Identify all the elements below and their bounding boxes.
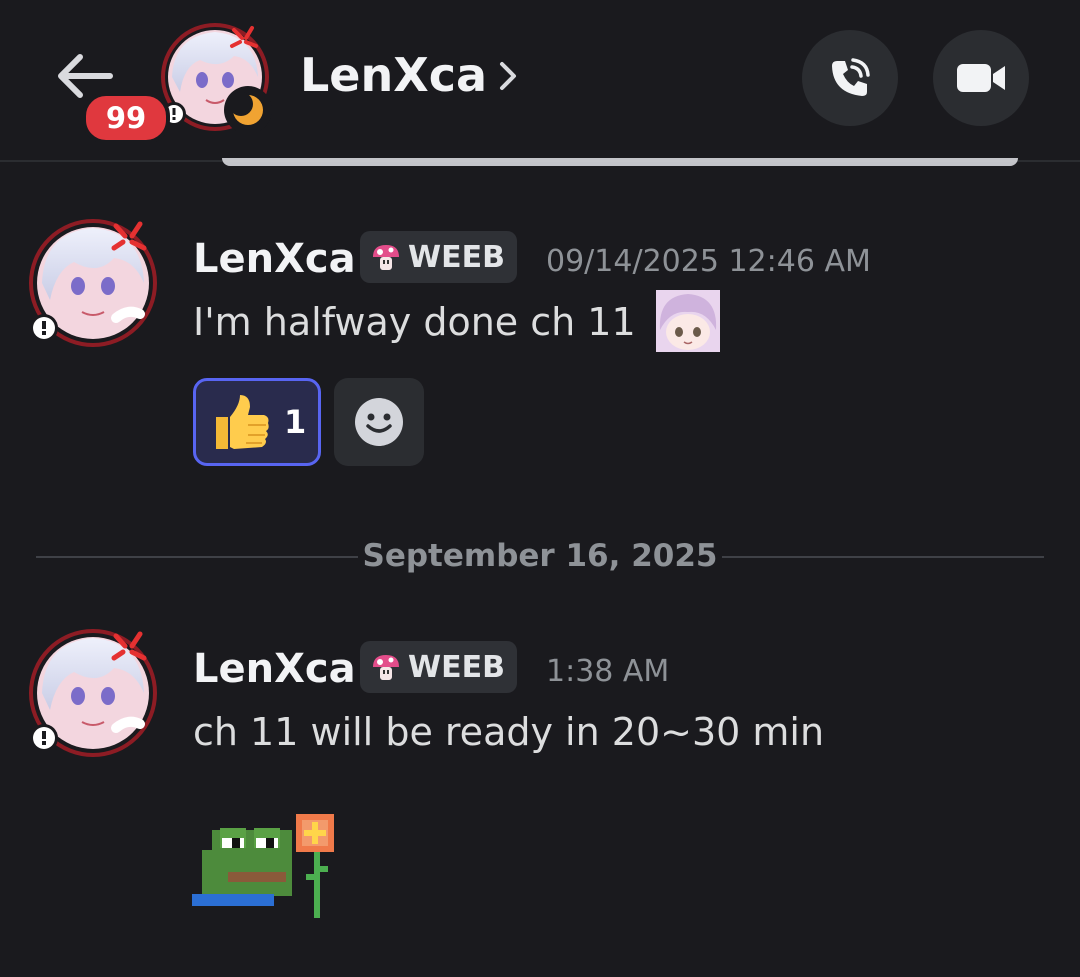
smiley-add-reaction-icon (355, 398, 403, 446)
phone-call-icon (832, 58, 870, 96)
divider-line-right (722, 556, 1044, 558)
add-reaction-button[interactable] (334, 378, 424, 466)
thumbs-up-icon (216, 395, 269, 449)
moon-status-icon (224, 86, 272, 134)
chevron-right-icon[interactable] (494, 58, 522, 94)
divider-line-left (36, 556, 358, 558)
scroll-indicator (222, 158, 1018, 166)
message-avatar[interactable] (28, 218, 158, 348)
message-timestamp: 09/14/2025 12:46 AM (546, 244, 871, 279)
unread-count-badge: 99 (82, 92, 170, 144)
message-timestamp: 1:38 AM (546, 654, 670, 689)
mushroom-icon (373, 655, 399, 680)
chat-header: 99 LenXca (0, 0, 1080, 162)
message-author[interactable]: LenXca (193, 646, 356, 692)
reaction-thumbs-up[interactable]: 1 (193, 378, 321, 466)
message-text: I'm halfway done ch 11 (193, 300, 636, 344)
reaction-count: 1 (284, 403, 307, 441)
video-call-button[interactable] (933, 30, 1029, 126)
anime-face-emoji-icon (656, 290, 720, 352)
message-text: ch 11 will be ready in 20~30 min (193, 710, 825, 754)
message-author[interactable]: LenXca (193, 236, 356, 282)
role-tag[interactable]: WEEB (360, 231, 517, 283)
role-tag[interactable]: WEEB (360, 641, 517, 693)
role-tag-label: WEEB (408, 239, 505, 275)
pixel-frog-flower-sticker-icon (192, 814, 334, 918)
role-tag-label: WEEB (408, 649, 505, 685)
date-divider: September 16, 2025 (362, 538, 718, 574)
message-avatar[interactable] (28, 628, 158, 758)
header-title[interactable]: LenXca (300, 48, 487, 102)
voice-call-button[interactable] (802, 30, 898, 126)
video-camera-icon (957, 64, 1005, 92)
mushroom-icon (373, 245, 399, 270)
